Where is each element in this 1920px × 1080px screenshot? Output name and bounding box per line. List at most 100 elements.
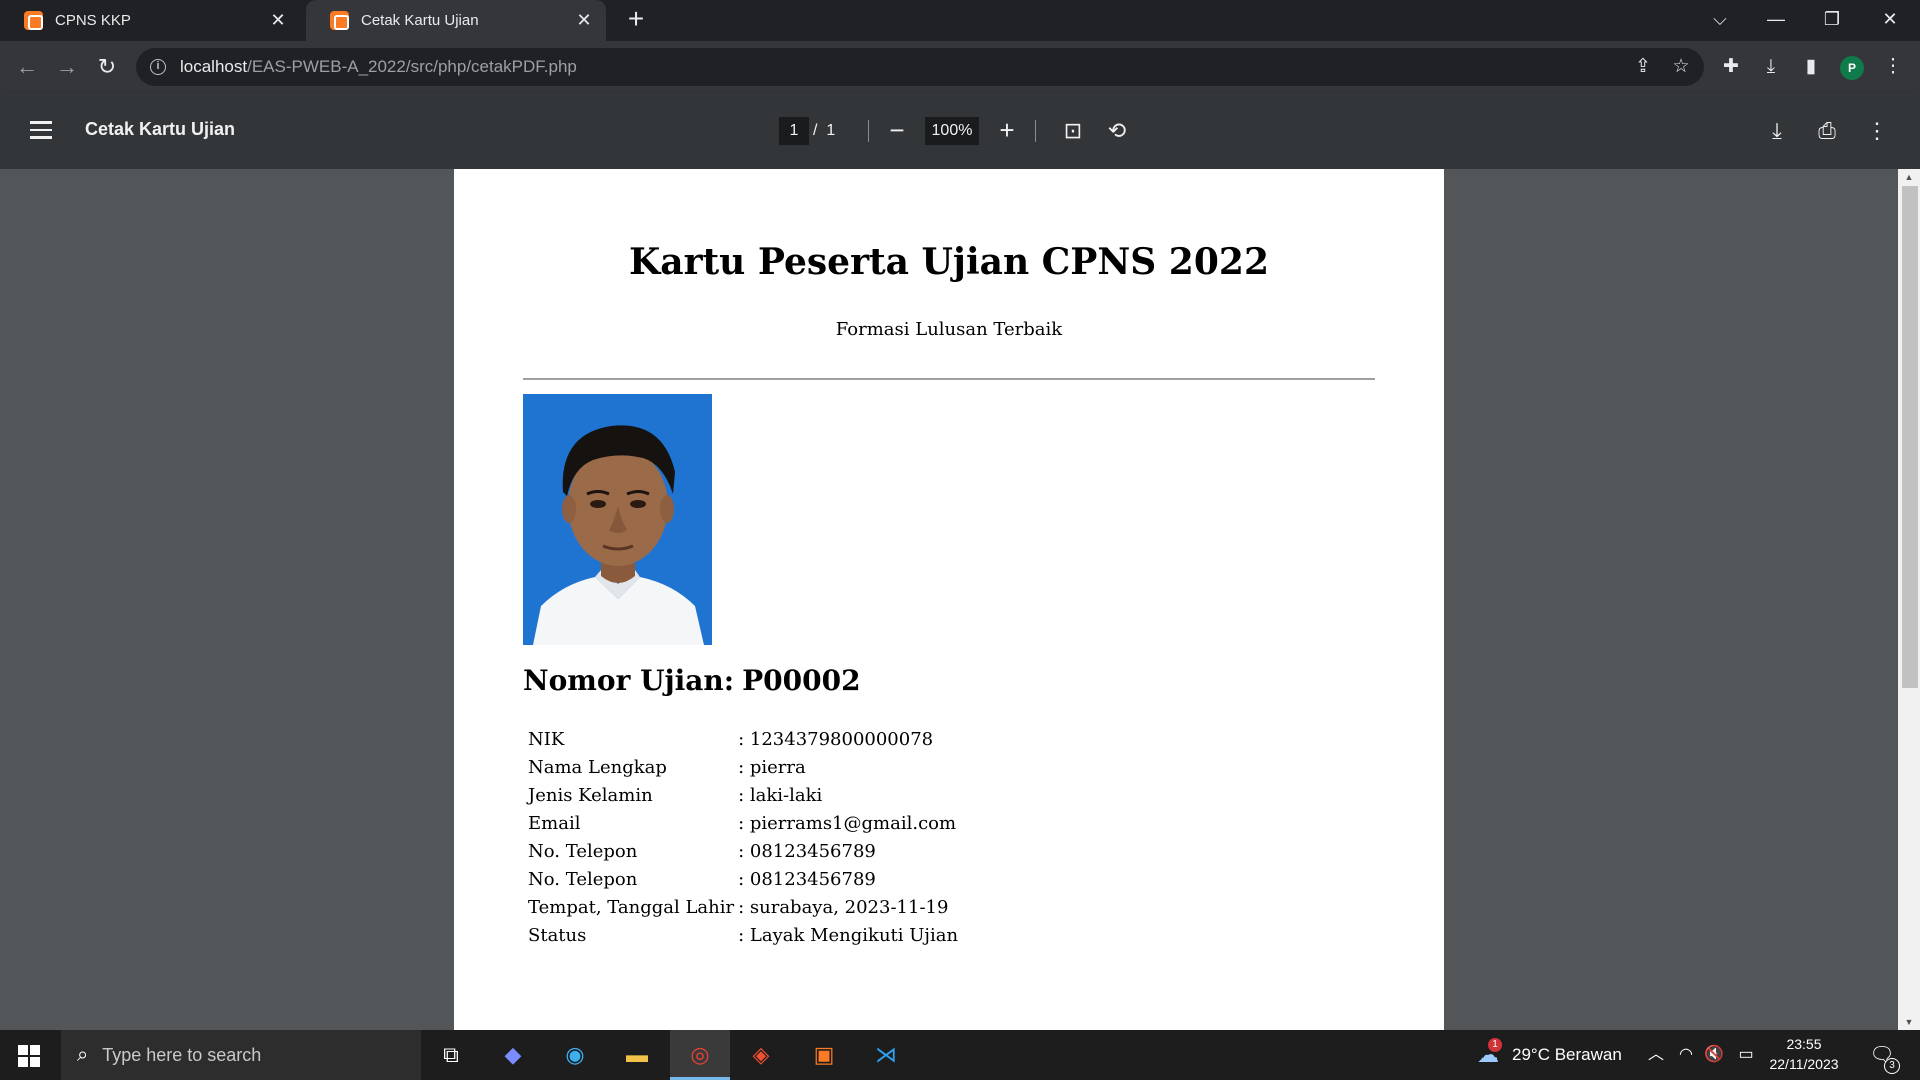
field-value: : Layak Mengikuti Ujian bbox=[738, 924, 959, 946]
address-bar[interactable]: i localhost /EAS-PWEB-A_2022/src/php/cet… bbox=[136, 48, 1704, 86]
page-count: / 1 bbox=[813, 117, 835, 145]
side-panel-icon[interactable]: ▮ bbox=[1794, 50, 1828, 84]
exam-number-label: Nomor Ujian: bbox=[523, 664, 735, 697]
field-label: No. Telepon bbox=[528, 840, 638, 862]
divider-line bbox=[523, 378, 1375, 380]
task-view-icon[interactable]: ⧉ bbox=[433, 1037, 469, 1073]
restore-button[interactable]: ❐ bbox=[1804, 0, 1860, 41]
pdf-page: Kartu Peserta Ujian CPNS 2022 Formasi Lu… bbox=[454, 169, 1444, 1030]
search-icon: ⌕ bbox=[77, 1043, 89, 1066]
notification-count-badge: 3 bbox=[1884, 1058, 1900, 1074]
tab-title: CPNS KKP bbox=[55, 12, 131, 29]
field-label: Status bbox=[528, 924, 587, 946]
field-label: Nama Lengkap bbox=[528, 756, 667, 778]
xampp-favicon-icon bbox=[330, 11, 349, 30]
zoom-in-button[interactable]: + bbox=[991, 115, 1023, 147]
page-number-input[interactable]: 1 bbox=[779, 117, 809, 145]
close-tab-icon[interactable]: ✕ bbox=[268, 10, 288, 31]
participant-info-table: NIK : 1234379800000078 Nama Lengkap : pi… bbox=[526, 725, 960, 949]
xampp-icon[interactable]: ▣ bbox=[806, 1037, 842, 1073]
weather-text[interactable]: 29°C Berawan bbox=[1512, 1045, 1622, 1065]
windows-taskbar: ⌕ Type here to search ⧉ ◆ ◉ ▬ ◎ ◈ ▣ ⋊ ☁ … bbox=[0, 1030, 1920, 1080]
tab-title: Cetak Kartu Ujian bbox=[361, 12, 479, 29]
rotate-icon[interactable]: ⟲ bbox=[1101, 115, 1133, 147]
table-row: Nama Lengkap : pierra bbox=[526, 753, 960, 781]
browser-tab-strip: CPNS KKP ✕ Cetak Kartu Ujian ✕ + ⌵ — ❐ ✕ bbox=[0, 0, 1920, 41]
card-subtitle: Formasi Lulusan Terbaik bbox=[835, 319, 1063, 340]
field-value: : surabaya, 2023-11-19 bbox=[738, 896, 949, 918]
field-label: NIK bbox=[528, 728, 565, 750]
field-label: No. Telepon bbox=[528, 868, 638, 890]
card-title: Kartu Peserta Ujian CPNS 2022 bbox=[628, 241, 1270, 283]
chrome-icon[interactable]: ◎ bbox=[682, 1037, 718, 1073]
close-window-button[interactable]: ✕ bbox=[1862, 0, 1918, 41]
scroll-down-arrow-icon[interactable]: ▼ bbox=[1898, 1014, 1920, 1030]
table-row: Status : Layak Mengikuti Ujian bbox=[526, 921, 960, 949]
system-clock[interactable]: 23:55 22/11/2023 bbox=[1762, 1034, 1846, 1074]
fit-to-page-icon[interactable]: ⊡ bbox=[1057, 115, 1089, 147]
field-value: : pierrams1@gmail.com bbox=[738, 812, 957, 834]
field-value: : pierra bbox=[738, 756, 806, 778]
new-tab-button[interactable]: + bbox=[622, 5, 650, 34]
browser-toolbar: ← → ↻ i localhost /EAS-PWEB-A_2022/src/p… bbox=[0, 41, 1920, 93]
clock-time: 23:55 bbox=[1786, 1036, 1822, 1052]
copilot-icon[interactable]: ◆ bbox=[495, 1037, 531, 1073]
bookmark-star-icon[interactable]: ☆ bbox=[1664, 50, 1698, 84]
tab-search-chevron-icon[interactable]: ⌵ bbox=[1692, 0, 1748, 41]
share-icon[interactable]: ⇪ bbox=[1626, 50, 1660, 84]
total-pages: 1 bbox=[826, 122, 836, 139]
clock-date: 22/11/2023 bbox=[1769, 1056, 1839, 1072]
field-value: : 08123456789 bbox=[738, 840, 876, 862]
print-icon[interactable]: ⎙ bbox=[1811, 115, 1843, 147]
toolbar-divider bbox=[1035, 120, 1036, 142]
search-placeholder: Type here to search bbox=[102, 1044, 262, 1065]
site-info-icon[interactable]: i bbox=[150, 59, 166, 75]
toolbar-divider bbox=[868, 120, 869, 142]
file-explorer-icon[interactable]: ▬ bbox=[619, 1037, 655, 1073]
forward-button[interactable]: → bbox=[49, 49, 85, 85]
vscode-icon[interactable]: ⋊ bbox=[868, 1037, 904, 1073]
scroll-up-arrow-icon[interactable]: ▲ bbox=[1898, 169, 1920, 185]
field-value: : laki-laki bbox=[738, 784, 823, 806]
git-icon[interactable]: ◈ bbox=[743, 1037, 779, 1073]
zoom-out-button[interactable]: − bbox=[881, 115, 913, 147]
url-host: localhost bbox=[180, 57, 248, 76]
table-row: Jenis Kelamin : laki-laki bbox=[526, 781, 960, 809]
tab-cpns-kkp[interactable]: CPNS KKP ✕ bbox=[0, 0, 300, 41]
participant-photo bbox=[523, 394, 712, 645]
download-icon[interactable]: ⤓ bbox=[1761, 115, 1793, 147]
pdf-toolbar: Cetak Kartu Ujian 1 / 1 − 100% + ⊡ ⟲ ⤓ ⎙… bbox=[0, 93, 1920, 169]
table-row: No. Telepon : 08123456789 bbox=[526, 865, 960, 893]
battery-icon[interactable]: ▭ bbox=[1728, 1037, 1764, 1073]
table-row: Tempat, Tanggal Lahir : surabaya, 2023-1… bbox=[526, 893, 960, 921]
windows-start-icon[interactable] bbox=[18, 1045, 40, 1067]
extensions-puzzle-icon[interactable]: ✚ bbox=[1714, 50, 1748, 84]
zoom-level-input[interactable]: 100% bbox=[925, 117, 979, 145]
field-value: : 08123456789 bbox=[738, 868, 876, 890]
edge-browser-icon[interactable]: ◉ bbox=[557, 1037, 593, 1073]
taskbar-search-box[interactable]: ⌕ Type here to search bbox=[61, 1030, 421, 1080]
table-row: Email : pierrams1@gmail.com bbox=[526, 809, 960, 837]
close-tab-icon[interactable]: ✕ bbox=[574, 10, 594, 31]
back-button[interactable]: ← bbox=[9, 49, 45, 85]
field-label: Email bbox=[528, 812, 581, 834]
field-value: : 1234379800000078 bbox=[738, 728, 934, 750]
pdf-viewport[interactable]: Kartu Peserta Ujian CPNS 2022 Formasi Lu… bbox=[0, 169, 1920, 1030]
browser-menu-icon[interactable]: ⋮ bbox=[1876, 50, 1910, 84]
exam-number-value: P00002 bbox=[742, 664, 861, 697]
field-label: Jenis Kelamin bbox=[528, 784, 653, 806]
scrollbar-thumb[interactable] bbox=[1902, 186, 1918, 688]
table-row: NIK : 1234379800000078 bbox=[526, 725, 960, 753]
minimize-button[interactable]: — bbox=[1748, 0, 1804, 41]
table-row: No. Telepon : 08123456789 bbox=[526, 837, 960, 865]
profile-avatar[interactable]: P bbox=[1840, 56, 1864, 80]
downloads-icon[interactable]: ⤓ bbox=[1754, 50, 1788, 84]
tab-cetak-kartu-ujian[interactable]: Cetak Kartu Ujian ✕ bbox=[306, 0, 606, 41]
page-separator: / bbox=[813, 122, 818, 139]
sidebar-menu-icon[interactable] bbox=[30, 121, 52, 139]
xampp-favicon-icon bbox=[24, 11, 43, 30]
volume-muted-icon[interactable]: 🔇 bbox=[1696, 1037, 1732, 1073]
reload-button[interactable]: ↻ bbox=[89, 49, 125, 85]
more-actions-icon[interactable]: ⋮ bbox=[1861, 115, 1893, 147]
field-label: Tempat, Tanggal Lahir bbox=[528, 896, 735, 918]
